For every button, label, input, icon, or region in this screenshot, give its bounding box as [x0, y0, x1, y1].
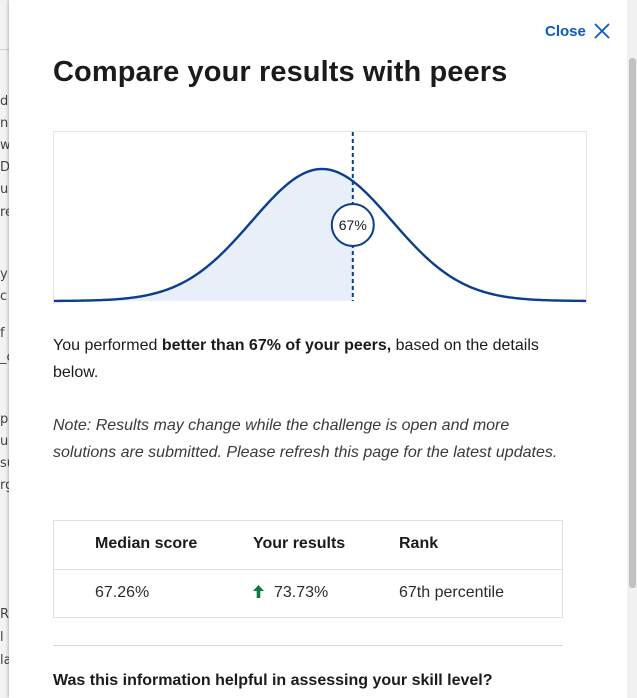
background-text-fragment: re	[0, 205, 9, 220]
background-text-fragment: u	[0, 434, 9, 449]
percentile-badge-label: 67%	[339, 217, 367, 233]
header-rank: Rank	[399, 535, 439, 552]
header-median-score: Median score	[95, 535, 198, 552]
background-text-fragment: w	[0, 138, 9, 153]
section-divider	[53, 645, 563, 646]
background-text-fragment: c	[0, 289, 8, 304]
background-text-fragment: _c	[0, 350, 9, 365]
background-text-fragment: R	[0, 607, 9, 622]
background-text-fragment: u	[0, 182, 9, 197]
close-label: Close	[545, 22, 586, 40]
results-table-row: 67.26% 73.73% 67th percentile	[54, 569, 562, 617]
header-your-results: Your results	[253, 535, 346, 552]
background-text-fragment: n	[0, 116, 9, 131]
scrollbar-thumb[interactable]	[629, 58, 636, 588]
results-note: Note: Results may change while the chall…	[53, 417, 558, 461]
your-results-value: 73.73%	[274, 584, 329, 601]
results-table: Median score Your results Rank 67.26% 73…	[53, 520, 563, 618]
background-text-fragment: rg	[0, 478, 9, 493]
distribution-chart-svg: 67%	[54, 132, 586, 303]
your-results-cell: 73.73%	[253, 569, 328, 617]
close-button[interactable]: Close	[545, 18, 610, 44]
background-divider	[0, 49, 9, 50]
modal-title: Compare your results with peers	[53, 56, 508, 88]
background-text-fragment: D	[0, 160, 9, 175]
background-text-fragment: d	[0, 94, 9, 109]
background-text-fragment: su	[0, 456, 9, 471]
feedback-question: Was this information helpful in assessin…	[53, 672, 493, 689]
arrow-up-icon	[253, 584, 264, 598]
background-text-fragment: l	[0, 630, 4, 645]
summary-prefix: You performed	[53, 337, 162, 354]
close-x-icon	[594, 23, 610, 39]
median-score-value: 67.26%	[95, 584, 150, 601]
peer-distribution-chart: 67%	[53, 131, 587, 304]
background-text-fragment: la	[0, 653, 9, 668]
background-text-fragment: y	[0, 267, 8, 282]
below-percentile-area	[54, 169, 353, 301]
summary-emphasis: better than 67% of your peers,	[161, 337, 392, 354]
background-page: d n w D u re y c f _c p u su rg R l la	[0, 0, 9, 698]
results-table-header: Median score Your results Rank	[54, 521, 562, 570]
background-text-fragment: p	[0, 412, 9, 427]
performance-summary: You performed better than 67% of your pe…	[53, 332, 578, 386]
rank-value: 67th percentile	[399, 584, 504, 601]
background-text-fragment: f	[0, 326, 5, 341]
